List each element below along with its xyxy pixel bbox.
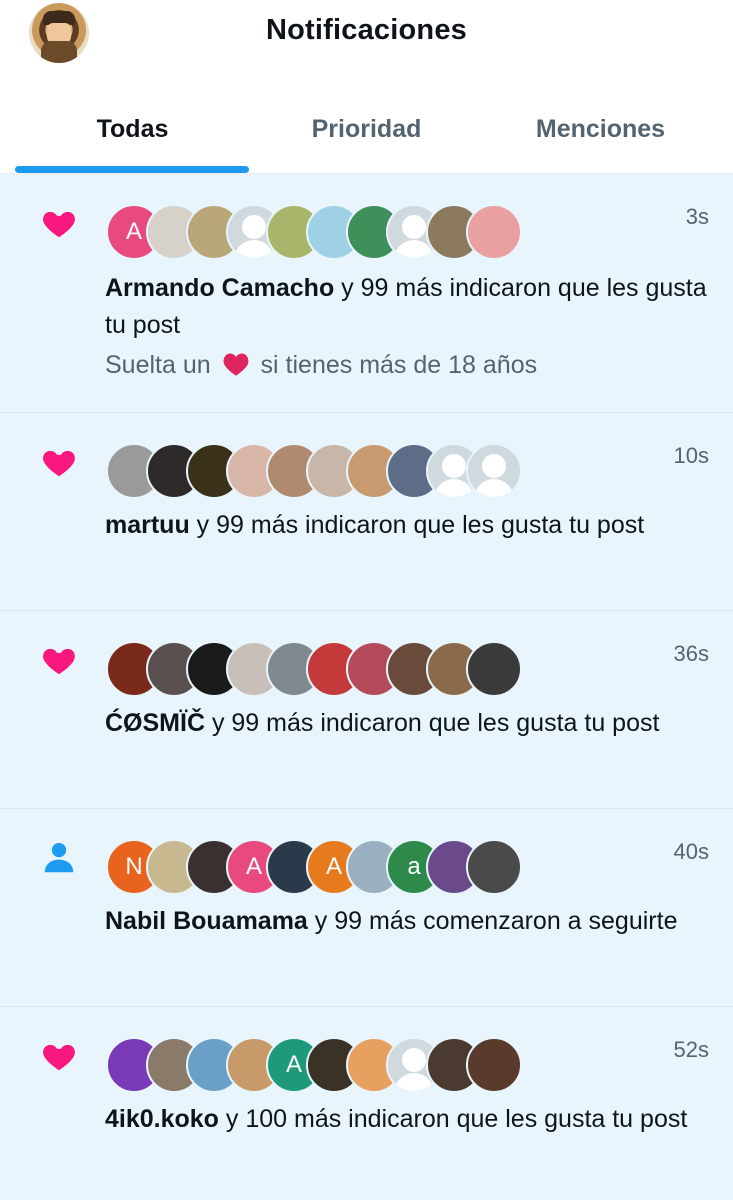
notification-item[interactable]: N A Aa 40s Nabil Bouamama y 99 más comenza…: [0, 809, 733, 1007]
avatar-initial: A: [245, 853, 262, 880]
default-avatar-head: [402, 215, 426, 239]
avatar[interactable]: [466, 1037, 522, 1093]
post-preview: Suelta un si tienes más de 18 años: [105, 351, 715, 380]
avatar-initial: A: [125, 218, 142, 245]
tab-menciones[interactable]: Menciones: [483, 114, 718, 144]
avatar-stack[interactable]: A: [106, 1037, 536, 1093]
avatar-stack[interactable]: A: [106, 204, 536, 260]
notification-action: y 99 más indicaron que les gusta tu post: [189, 511, 645, 539]
tab-prioridad[interactable]: Prioridad: [250, 114, 483, 144]
notification-action: y 100 más indicaron que les gusta tu pos…: [218, 1105, 688, 1133]
avatar-initial: N: [125, 853, 143, 880]
notification-item[interactable]: A 52s 4ik0.koko y 100 más indicaron que …: [0, 1007, 733, 1200]
default-avatar-head: [402, 1048, 426, 1072]
page-title: Notificaciones: [265, 14, 467, 46]
default-avatar-head: [242, 215, 266, 239]
avatar-stack[interactable]: [106, 443, 536, 499]
notifications-list: A 3s Armando Camacho y 99 más indicaron …: [0, 174, 733, 1200]
user-name[interactable]: ĆØSMÏČ: [105, 709, 205, 737]
default-avatar-head: [442, 454, 466, 478]
avatar-stack[interactable]: [106, 641, 536, 697]
avatar-initial: A: [285, 1051, 302, 1078]
user-name[interactable]: 4ik0.koko: [105, 1105, 219, 1133]
notification-action: y 99 más indicaron que les gusta tu post: [205, 709, 660, 737]
heart-icon: [43, 450, 75, 477]
notification-tabs: Todas Prioridad Menciones: [0, 92, 733, 174]
heart-icon: [43, 648, 75, 675]
red-heart-emoji-icon: [223, 353, 248, 376]
notification-text: Armando Camacho y 99 más indicaron que l…: [105, 270, 715, 344]
avatar[interactable]: [466, 204, 522, 260]
timestamp: 3s: [685, 204, 709, 229]
heart-icon: [43, 211, 75, 238]
notification-action: y 99 más comenzaron a seguirte: [307, 907, 678, 935]
timestamp: 52s: [673, 1037, 709, 1062]
notification-text: 4ik0.koko y 100 más indicaron que les gu…: [105, 1101, 715, 1138]
notification-item[interactable]: A 3s Armando Camacho y 99 más indicaron …: [0, 174, 733, 413]
user-name[interactable]: martuu: [105, 511, 190, 539]
notification-item[interactable]: 36s ĆØSMÏČ y 99 más indicaron que les gu…: [0, 611, 733, 809]
notification-text: ĆØSMÏČ y 99 más indicaron que les gusta …: [105, 705, 715, 742]
person-icon: [44, 842, 74, 873]
timestamp: 10s: [673, 443, 709, 468]
default-avatar[interactable]: [466, 443, 522, 499]
timestamp: 36s: [673, 641, 709, 666]
user-name[interactable]: Armando Camacho: [105, 274, 334, 302]
avatar-stack[interactable]: N A Aa: [106, 839, 536, 895]
preview-text-end: si tienes más de 18 años: [260, 351, 538, 379]
avatar[interactable]: [466, 839, 522, 895]
user-name[interactable]: Nabil Bouamama: [105, 907, 308, 935]
notification-item[interactable]: 10s martuu y 99 más indicaron que les gu…: [0, 413, 733, 611]
avatar-initial: A: [325, 853, 342, 880]
default-avatar-head: [482, 454, 506, 478]
notification-text: martuu y 99 más indicaron que les gusta …: [105, 507, 715, 544]
timestamp: 40s: [673, 839, 709, 864]
top-bar: Notificaciones: [0, 0, 733, 68]
notification-text: Nabil Bouamama y 99 más comenzaron a seg…: [105, 903, 715, 940]
tab-todas[interactable]: Todas: [15, 114, 250, 144]
avatar[interactable]: [466, 641, 522, 697]
avatar-initial: a: [407, 853, 421, 880]
default-avatar-body: [474, 479, 514, 497]
active-tab-indicator: [15, 166, 249, 173]
heart-icon: [43, 1044, 75, 1071]
preview-text-start: Suelta un: [105, 351, 211, 379]
